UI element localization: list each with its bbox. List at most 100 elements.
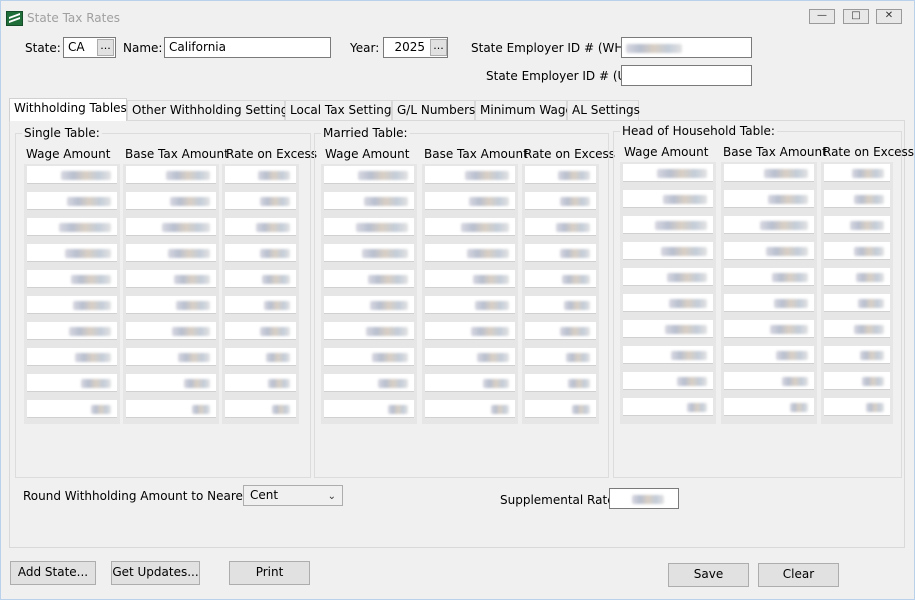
table-cell-input[interactable] [623, 294, 713, 312]
tab-withholding-tables[interactable]: Withholding Tables [9, 98, 127, 121]
supplemental-rate-input[interactable] [609, 488, 679, 509]
table-cell-input[interactable] [824, 164, 890, 182]
table-cell-input[interactable] [623, 372, 713, 390]
table-cell-input[interactable] [525, 322, 596, 340]
table-cell-input[interactable] [525, 166, 596, 184]
table-cell-input[interactable] [623, 320, 713, 338]
table-cell-input[interactable] [425, 400, 515, 418]
tab-other-withholding-settings[interactable]: Other Withholding Settings [127, 100, 295, 120]
table-cell-input[interactable] [225, 374, 296, 392]
table-cell-input[interactable] [425, 192, 515, 210]
table-cell-input[interactable] [324, 270, 414, 288]
table-cell-input[interactable] [525, 218, 596, 236]
add-state-button[interactable]: Add State... [10, 561, 96, 585]
table-cell-input[interactable] [27, 296, 117, 314]
table-cell-input[interactable] [324, 322, 414, 340]
table-cell-input[interactable] [623, 216, 713, 234]
table-cell-input[interactable] [724, 242, 814, 260]
table-cell-input[interactable] [824, 190, 890, 208]
table-cell-input[interactable] [126, 218, 216, 236]
table-cell-input[interactable] [126, 374, 216, 392]
table-cell-input[interactable] [824, 320, 890, 338]
table-cell-input[interactable] [126, 322, 216, 340]
table-cell-input[interactable] [724, 216, 814, 234]
table-cell-input[interactable] [27, 400, 117, 418]
minimize-icon[interactable]: — [809, 9, 835, 24]
table-cell-input[interactable] [27, 218, 117, 236]
table-cell-input[interactable] [324, 296, 414, 314]
tab-minimum-wage[interactable]: Minimum Wage [475, 100, 573, 120]
table-cell-input[interactable] [126, 270, 216, 288]
print-button[interactable]: Print [229, 561, 310, 585]
table-cell-input[interactable] [225, 270, 296, 288]
table-cell-input[interactable] [225, 296, 296, 314]
table-cell-input[interactable] [425, 322, 515, 340]
year-lookup-button[interactable]: ... [430, 39, 447, 56]
table-cell-input[interactable] [225, 322, 296, 340]
table-cell-input[interactable] [225, 400, 296, 418]
table-cell-input[interactable] [824, 346, 890, 364]
table-cell-input[interactable] [724, 346, 814, 364]
table-cell-input[interactable] [425, 374, 515, 392]
table-cell-input[interactable] [623, 268, 713, 286]
table-cell-input[interactable] [623, 346, 713, 364]
table-cell-input[interactable] [324, 244, 414, 262]
tab-gl-numbers[interactable]: G/L Numbers [392, 100, 475, 120]
table-cell-input[interactable] [724, 372, 814, 390]
table-cell-input[interactable] [225, 218, 296, 236]
employer-ui-input[interactable] [621, 65, 752, 86]
tab-local-tax-settings[interactable]: Local Tax Settings [285, 100, 398, 120]
table-cell-input[interactable] [27, 166, 117, 184]
table-cell-input[interactable] [724, 164, 814, 182]
table-cell-input[interactable] [126, 296, 216, 314]
table-cell-input[interactable] [425, 244, 515, 262]
table-cell-input[interactable] [225, 244, 296, 262]
tab-al-settings[interactable]: AL Settings [567, 100, 640, 120]
round-withholding-select[interactable]: Cent ⌄ [243, 485, 343, 506]
table-cell-input[interactable] [225, 192, 296, 210]
table-cell-input[interactable] [525, 270, 596, 288]
table-cell-input[interactable] [623, 242, 713, 260]
save-button[interactable]: Save [668, 563, 749, 587]
table-cell-input[interactable] [525, 244, 596, 262]
table-cell-input[interactable] [425, 296, 515, 314]
table-cell-input[interactable] [824, 372, 890, 390]
table-cell-input[interactable] [824, 242, 890, 260]
table-cell-input[interactable] [824, 216, 890, 234]
table-cell-input[interactable] [724, 294, 814, 312]
table-cell-input[interactable] [824, 294, 890, 312]
table-cell-input[interactable] [324, 400, 414, 418]
table-cell-input[interactable] [724, 398, 814, 416]
table-cell-input[interactable] [623, 190, 713, 208]
table-cell-input[interactable] [724, 268, 814, 286]
table-cell-input[interactable] [525, 192, 596, 210]
close-icon[interactable]: ✕ [876, 9, 902, 24]
table-cell-input[interactable] [623, 398, 713, 416]
table-cell-input[interactable] [126, 348, 216, 366]
table-cell-input[interactable] [27, 322, 117, 340]
name-input[interactable]: California [164, 37, 331, 58]
table-cell-input[interactable] [126, 400, 216, 418]
table-cell-input[interactable] [623, 164, 713, 182]
maximize-icon[interactable]: □ [843, 9, 869, 24]
table-cell-input[interactable] [126, 166, 216, 184]
table-cell-input[interactable] [324, 348, 414, 366]
state-lookup-button[interactable]: ... [97, 39, 114, 56]
get-updates-button[interactable]: Get Updates... [111, 561, 200, 585]
table-cell-input[interactable] [525, 348, 596, 366]
table-cell-input[interactable] [525, 400, 596, 418]
table-cell-input[interactable] [27, 270, 117, 288]
table-cell-input[interactable] [225, 348, 296, 366]
table-cell-input[interactable] [27, 192, 117, 210]
table-cell-input[interactable] [27, 348, 117, 366]
table-cell-input[interactable] [324, 218, 414, 236]
table-cell-input[interactable] [27, 244, 117, 262]
table-cell-input[interactable] [27, 374, 117, 392]
table-cell-input[interactable] [724, 320, 814, 338]
clear-button[interactable]: Clear [758, 563, 839, 587]
table-cell-input[interactable] [324, 374, 414, 392]
table-cell-input[interactable] [225, 166, 296, 184]
table-cell-input[interactable] [324, 166, 414, 184]
table-cell-input[interactable] [724, 190, 814, 208]
table-cell-input[interactable] [324, 192, 414, 210]
